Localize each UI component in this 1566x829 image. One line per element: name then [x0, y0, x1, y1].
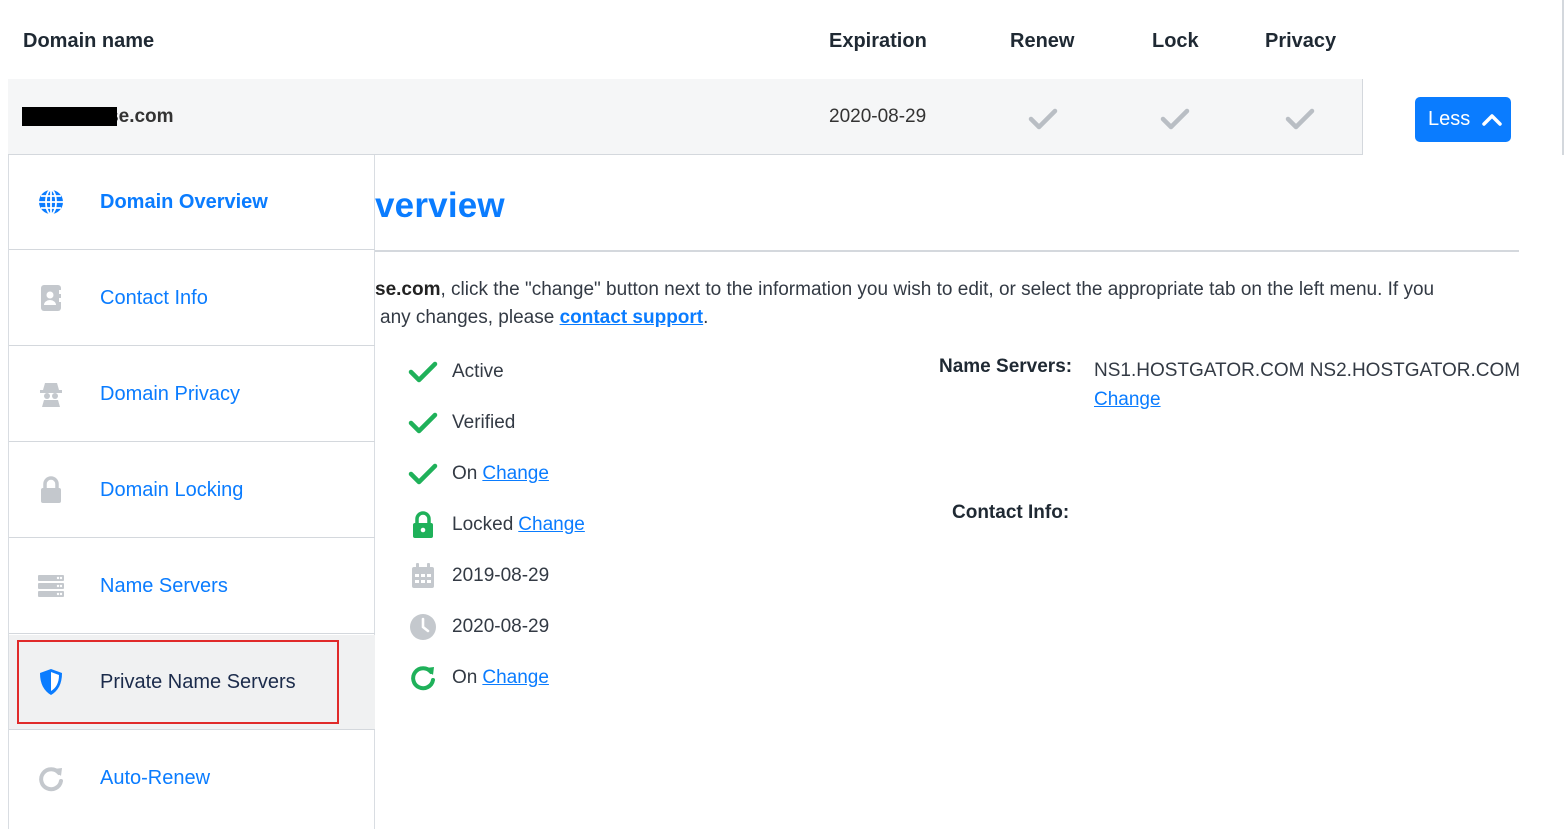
shield-icon — [37, 668, 65, 696]
status-active: Active — [408, 357, 504, 387]
title-divider — [375, 250, 1519, 252]
sidebar-item-contact-info[interactable]: Contact Info — [9, 251, 375, 346]
sidebar-item-domain-overview[interactable]: Domain Overview — [9, 155, 375, 250]
less-button-label: Less — [1428, 108, 1471, 130]
clock-icon — [408, 612, 438, 642]
header-lock: Lock — [1152, 30, 1199, 52]
sidebar-item-label: Domain Locking — [100, 478, 244, 501]
lock-icon — [408, 510, 438, 540]
redaction-bar — [22, 107, 117, 126]
page-title: verview — [375, 186, 505, 225]
sidebar-item-label: Private Name Servers — [100, 670, 296, 693]
sidebar-item-label: Contact Info — [100, 286, 208, 309]
contact-info-label: Contact Info: — [952, 502, 1070, 523]
refresh-icon — [37, 765, 65, 793]
privacy-checkmark-icon — [1285, 108, 1315, 130]
domain-row[interactable]: agwwwwwse.com 2020-08-29 — [8, 79, 1363, 155]
name-servers-label: Name Servers: — [939, 356, 1073, 377]
scrollbar-edge — [1562, 0, 1564, 155]
check-icon — [408, 408, 438, 438]
globe-icon — [37, 188, 65, 216]
status-privacy: On Change — [408, 459, 549, 489]
status-expires: 2020-08-29 — [408, 612, 549, 642]
sidebar-item-domain-locking[interactable]: Domain Locking — [9, 443, 375, 538]
check-icon — [408, 357, 438, 387]
lock-change-link[interactable]: Change — [518, 514, 585, 536]
spy-icon — [37, 380, 65, 408]
refresh-icon — [408, 663, 438, 693]
name-servers-change-link[interactable]: Change — [1094, 389, 1161, 410]
header-expiration: Expiration — [829, 30, 927, 52]
chevron-up-icon — [1482, 113, 1502, 126]
sidebar-item-auto-renew[interactable]: Auto-Renew — [9, 731, 375, 826]
header-privacy: Privacy — [1265, 30, 1337, 52]
sidebar-item-label: Domain Overview — [100, 190, 268, 213]
sidebar-item-name-servers[interactable]: Name Servers — [9, 539, 375, 634]
autorenew-change-link[interactable]: Change — [482, 667, 549, 689]
status-created: 2019-08-29 — [408, 561, 549, 591]
sidebar-item-domain-privacy[interactable]: Domain Privacy — [9, 347, 375, 442]
server-icon — [37, 572, 65, 600]
status-verified: Verified — [408, 408, 515, 438]
header-domain-name: Domain name — [23, 30, 155, 52]
contact-support-link[interactable]: contact support — [560, 307, 704, 328]
lock-checkmark-icon — [1160, 108, 1190, 130]
intro-text: se.com, click the "change" button next t… — [375, 279, 1435, 328]
renew-checkmark-icon — [1028, 108, 1058, 130]
calendar-icon — [408, 561, 438, 591]
privacy-change-link[interactable]: Change — [482, 463, 549, 485]
domain-sidebar: Domain Overview Contact Info Domain Priv… — [8, 155, 375, 829]
lock-icon — [37, 476, 65, 504]
status-autorenew: On Change — [408, 663, 549, 693]
status-lock: Locked Change — [408, 510, 585, 540]
sidebar-item-label: Name Servers — [100, 574, 228, 597]
sidebar-item-private-name-servers[interactable]: Private Name Servers — [9, 635, 375, 730]
address-book-icon — [37, 284, 65, 312]
header-renew: Renew — [1010, 30, 1075, 52]
sidebar-item-label: Domain Privacy — [100, 382, 241, 405]
sidebar-item-label: Auto-Renew — [100, 767, 211, 789]
less-button[interactable]: Less — [1415, 97, 1511, 142]
expiration-date: 2020-08-29 — [829, 106, 927, 127]
check-icon — [408, 459, 438, 489]
name-servers-value: NS1.HOSTGATOR.COM NS2.HOSTGATOR.COM Chan… — [1094, 360, 1521, 410]
